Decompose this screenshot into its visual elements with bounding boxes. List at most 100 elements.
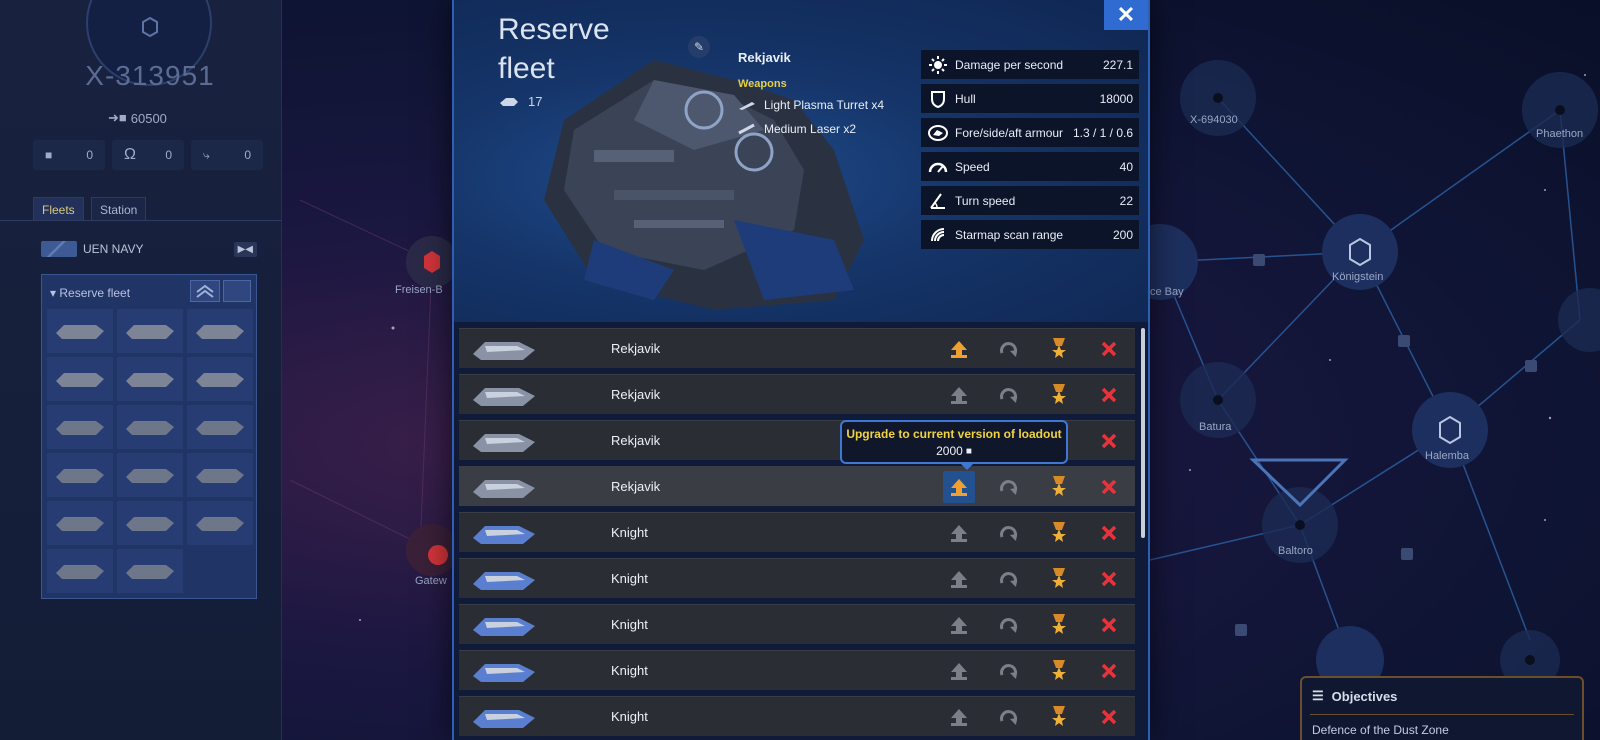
stat-dps: Damage per second 227.1 xyxy=(921,50,1139,79)
upgrade-button[interactable] xyxy=(943,470,975,503)
delete-button[interactable] xyxy=(1093,471,1125,503)
medal-button[interactable] xyxy=(1043,379,1075,411)
refit-icon xyxy=(1000,387,1018,403)
upgrade-button[interactable] xyxy=(943,701,975,733)
delete-button[interactable] xyxy=(1093,655,1125,687)
ship-row[interactable]: Knight xyxy=(459,512,1135,552)
fleet-ship-slot[interactable] xyxy=(187,357,253,401)
fleet-box[interactable]: ▾ Reserve fleet xyxy=(41,274,257,599)
close-icon xyxy=(1101,525,1117,540)
refit-button[interactable] xyxy=(993,517,1025,549)
fleet-ship-slot[interactable] xyxy=(47,405,113,449)
objectives-header: ☰ Objectives xyxy=(1312,688,1397,704)
tab-station[interactable]: Station xyxy=(91,197,147,221)
refit-button[interactable] xyxy=(993,655,1025,687)
cube-icon: ■ xyxy=(45,148,53,162)
ship-row[interactable]: Rekjavik xyxy=(459,374,1135,414)
fleet-ship-slot[interactable] xyxy=(47,453,113,497)
fleet-ship-slot[interactable] xyxy=(187,501,253,545)
stat-label: Damage per second xyxy=(955,57,1064,72)
ship-row[interactable]: Knight xyxy=(459,604,1135,644)
medal-button[interactable] xyxy=(1043,471,1075,503)
medal-button[interactable] xyxy=(1043,609,1075,641)
delete-button[interactable] xyxy=(1093,609,1125,641)
stat-armour: Fore/side/aft armour 1.3 / 1 / 0.6 xyxy=(921,118,1139,147)
refit-button[interactable] xyxy=(993,701,1025,733)
fleet-ship-slot[interactable] xyxy=(187,309,253,353)
medal-button[interactable] xyxy=(1043,517,1075,549)
stat-value: 1.3 / 1 / 0.6 xyxy=(1072,125,1133,140)
ship-row[interactable]: Rekjavik xyxy=(459,328,1135,368)
tab-fleets[interactable]: Fleets xyxy=(33,197,84,221)
fleet-ship-slot[interactable] xyxy=(117,501,183,545)
medal-icon xyxy=(1052,337,1066,358)
fleet-ship-slot[interactable] xyxy=(117,453,183,497)
stat-label: Starmap scan range xyxy=(955,227,1064,242)
stat-value: 200 xyxy=(1112,227,1133,242)
stat-value: 18000 xyxy=(1099,91,1133,106)
upgrade-button[interactable] xyxy=(943,609,975,641)
fleet-ship-slot[interactable] xyxy=(187,405,253,449)
fleet-ship-slot[interactable] xyxy=(47,357,113,401)
collapse-icon[interactable]: ▶◀ xyxy=(233,241,257,257)
close-icon xyxy=(1101,663,1117,678)
ship-row[interactable]: Rekjavik xyxy=(459,466,1135,506)
fleet-box-title[interactable]: ▾ Reserve fleet xyxy=(50,286,130,300)
refit-button[interactable] xyxy=(993,563,1025,595)
stat-speed: Speed 40 xyxy=(921,152,1139,181)
close-button[interactable]: ✕ xyxy=(1104,0,1148,30)
close-icon xyxy=(1101,571,1117,586)
upgrade-button[interactable] xyxy=(943,563,975,595)
refit-button[interactable] xyxy=(993,471,1025,503)
ship-name: Knight xyxy=(611,617,648,632)
fleet-ship-slot[interactable] xyxy=(47,309,113,353)
ship-thumbnail xyxy=(459,513,549,553)
objectives-panel[interactable]: ☰ Objectives Defence of the Dust Zone xyxy=(1300,676,1584,740)
objective-item[interactable]: Defence of the Dust Zone xyxy=(1312,723,1449,737)
medal-button[interactable] xyxy=(1043,563,1075,595)
fleet-ship-slot[interactable] xyxy=(187,453,253,497)
upgrade-arrow-icon xyxy=(951,386,967,404)
resource-drone-value: 0 xyxy=(244,148,251,162)
angle-icon xyxy=(927,191,949,211)
close-icon xyxy=(1101,709,1117,724)
map-label-x694030: X-694030 xyxy=(1190,114,1238,126)
close-icon xyxy=(1101,433,1117,448)
medal-button[interactable] xyxy=(1043,655,1075,687)
refit-button[interactable] xyxy=(993,333,1025,365)
fleet-rank-button[interactable] xyxy=(190,280,220,302)
stat-scan-range: Starmap scan range 200 xyxy=(921,220,1139,249)
ship-thumbnail xyxy=(459,651,549,691)
fleet-ship-slot[interactable] xyxy=(117,405,183,449)
resource-drone: ⤷ 0 xyxy=(191,140,263,170)
refit-button[interactable] xyxy=(993,609,1025,641)
scrollbar[interactable] xyxy=(1141,328,1145,538)
medal-button[interactable] xyxy=(1043,701,1075,733)
close-icon xyxy=(1101,479,1117,494)
ship-row[interactable]: Knight xyxy=(459,558,1135,598)
ship-row[interactable]: Knight xyxy=(459,650,1135,690)
medal-button[interactable] xyxy=(1043,333,1075,365)
delete-button[interactable] xyxy=(1093,425,1125,457)
upgrade-button[interactable] xyxy=(943,517,975,549)
refit-button[interactable] xyxy=(993,379,1025,411)
ship-row[interactable]: Knight xyxy=(459,696,1135,736)
pencil-icon[interactable]: ✎ xyxy=(688,36,710,58)
fleet-option-button[interactable] xyxy=(223,280,251,302)
fleet-ship-slot[interactable] xyxy=(117,549,183,593)
upgrade-button[interactable] xyxy=(943,333,975,365)
fleet-ship-slot[interactable] xyxy=(47,501,113,545)
weapon-label: Light Plasma Turret x4 xyxy=(764,98,885,112)
delete-button[interactable] xyxy=(1093,333,1125,365)
delete-button[interactable] xyxy=(1093,517,1125,549)
shield-icon xyxy=(927,89,949,109)
fleet-ship-slot[interactable] xyxy=(117,309,183,353)
delete-button[interactable] xyxy=(1093,563,1125,595)
fleet-ship-slot[interactable] xyxy=(47,549,113,593)
delete-button[interactable] xyxy=(1093,701,1125,733)
armour-icon xyxy=(927,123,949,143)
upgrade-button[interactable] xyxy=(943,655,975,687)
delete-button[interactable] xyxy=(1093,379,1125,411)
fleet-ship-slot[interactable] xyxy=(117,357,183,401)
upgrade-button[interactable] xyxy=(943,379,975,411)
